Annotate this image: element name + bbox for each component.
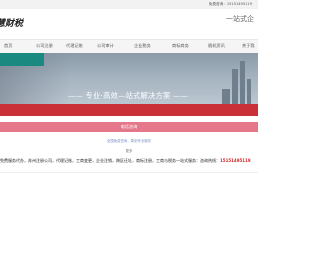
- site-logo[interactable]: 慧财税: [0, 16, 23, 29]
- hero-tagline: —— 专业·高效—站式解决方案 ——: [68, 91, 189, 100]
- services-text: 免费服务代办，苏州注册公司，代理记账，工商变更，企业注销，跨区迁址，商标注册，工…: [0, 158, 220, 163]
- divider-line: [0, 172, 258, 173]
- nav-item-trademark[interactable]: 商标商务: [172, 43, 189, 49]
- hotline-number[interactable]: 15151495119: [220, 158, 251, 163]
- consult-hint[interactable]: 全国免费咨询，周到专业服务: [0, 138, 258, 143]
- top-bar: 免费咨询：15151495119: [0, 0, 258, 9]
- nav-item-home[interactable]: 首页: [4, 43, 12, 49]
- top-promo-text: 免费咨询：15151495119: [208, 2, 252, 6]
- nav-item-about[interactable]: 关于我: [242, 43, 255, 49]
- phone-consult-label: 电话咨询: [120, 124, 138, 129]
- nav-item-audit[interactable]: 公司审计: [97, 43, 114, 49]
- nav-item-company-registration[interactable]: 公司注册: [36, 43, 53, 49]
- red-divider-bar: [0, 104, 258, 116]
- main-nav: 首页 公司注册 代理记账 公司审计 企业税务 商标商务 随机资讯 关于我: [0, 39, 258, 53]
- header-slogan: 一站式企: [226, 15, 254, 23]
- more-link[interactable]: 更多: [0, 148, 258, 153]
- services-line: 免费服务代办，苏州注册公司，代理记账，工商变更，企业注销，跨区迁址，商标注册，工…: [0, 158, 258, 164]
- teal-accent-block: [0, 53, 44, 66]
- nav-item-tax[interactable]: 企业税务: [134, 43, 151, 49]
- nav-item-news[interactable]: 随机资讯: [208, 43, 225, 49]
- phone-consult-button[interactable]: 电话咨询: [0, 122, 258, 132]
- nav-item-bookkeeping[interactable]: 代理记账: [66, 43, 83, 49]
